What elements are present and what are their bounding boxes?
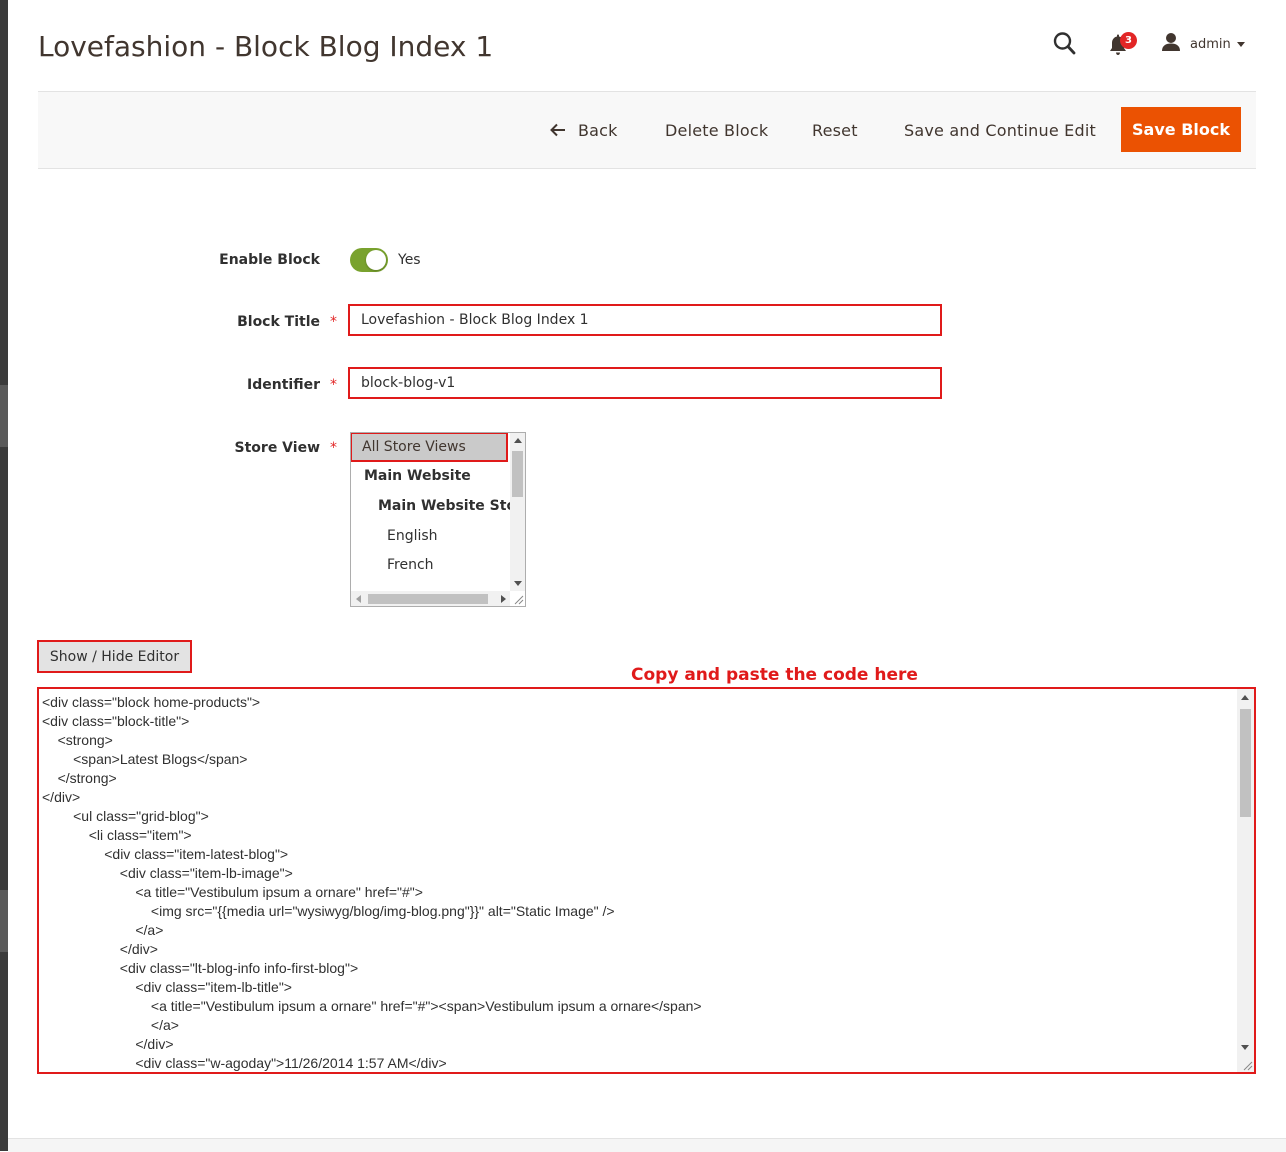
store-option-english[interactable]: English: [387, 522, 438, 550]
store-view-multiselect[interactable]: All Store Views Main Website Main Websit…: [350, 432, 526, 607]
scrollbar-thumb[interactable]: [512, 451, 523, 497]
required-marker: *: [330, 440, 337, 456]
notification-count-badge: 3: [1120, 32, 1137, 49]
left-edge-marker: [0, 385, 8, 447]
scroll-right-arrow-icon[interactable]: [501, 595, 506, 603]
save-block-button[interactable]: Save Block: [1121, 107, 1241, 152]
delete-block-button[interactable]: Delete Block: [665, 92, 768, 168]
scroll-left-arrow-icon[interactable]: [356, 595, 361, 603]
page-title: Lovefashion - Block Blog Index 1: [38, 30, 494, 63]
search-icon[interactable]: [1052, 30, 1078, 58]
scroll-up-arrow-icon[interactable]: [514, 438, 522, 443]
user-icon: [1160, 32, 1182, 56]
required-marker: *: [330, 377, 337, 393]
left-edge-strip: [0, 0, 8, 1151]
block-title-input[interactable]: [348, 304, 942, 336]
enable-block-value: Yes: [398, 252, 421, 268]
header-actions: 3 admin: [1040, 28, 1260, 62]
chevron-down-icon: [1236, 41, 1245, 47]
scrollbar-thumb[interactable]: [1240, 709, 1251, 817]
store-select-vertical-scrollbar[interactable]: [510, 433, 525, 591]
resize-grip-icon[interactable]: [510, 591, 525, 606]
store-select-horizontal-scrollbar[interactable]: [351, 591, 511, 606]
save-and-continue-button[interactable]: Save and Continue Edit: [904, 92, 1096, 168]
enable-block-toggle[interactable]: [350, 248, 388, 272]
block-title-label: Block Title: [237, 314, 320, 330]
enable-block-label: Enable Block: [219, 252, 320, 268]
identifier-input[interactable]: [348, 367, 942, 399]
content-textarea[interactable]: <div class="block home-products"> <div c…: [42, 693, 1236, 1072]
reset-button[interactable]: Reset: [812, 92, 858, 168]
back-button-label: Back: [578, 120, 618, 140]
back-button[interactable]: Back: [550, 92, 618, 168]
store-option-french[interactable]: French: [387, 551, 434, 579]
content-editor[interactable]: <div class="block home-products"> <div c…: [37, 687, 1256, 1074]
scroll-down-arrow-icon[interactable]: [1241, 1045, 1249, 1050]
user-name: admin: [1190, 36, 1231, 52]
toggle-knob: [366, 250, 386, 270]
show-hide-editor-button[interactable]: Show / Hide Editor: [37, 640, 192, 673]
store-option-main-website: Main Website: [364, 468, 471, 484]
user-menu[interactable]: admin: [1160, 32, 1245, 56]
scroll-down-arrow-icon[interactable]: [514, 581, 522, 586]
required-marker: *: [330, 314, 337, 330]
identifier-label: Identifier: [247, 377, 320, 393]
resize-grip-icon[interactable]: [1240, 1058, 1254, 1072]
scroll-up-arrow-icon[interactable]: [1241, 695, 1249, 700]
scrollbar-thumb[interactable]: [368, 594, 488, 604]
page-footer-divider: [8, 1138, 1286, 1152]
left-edge-marker: [0, 890, 8, 952]
store-option-all-store-views[interactable]: All Store Views: [351, 433, 508, 462]
arrow-left-icon: [550, 123, 565, 137]
store-option-main-website-store: Main Website Store: [378, 498, 526, 514]
store-view-label: Store View: [234, 440, 320, 456]
editor-vertical-scrollbar[interactable]: [1237, 689, 1254, 1072]
page-actions-toolbar: Back Delete Block Reset Save and Continu…: [38, 91, 1256, 169]
code-paste-annotation: Copy and paste the code here: [631, 665, 918, 685]
